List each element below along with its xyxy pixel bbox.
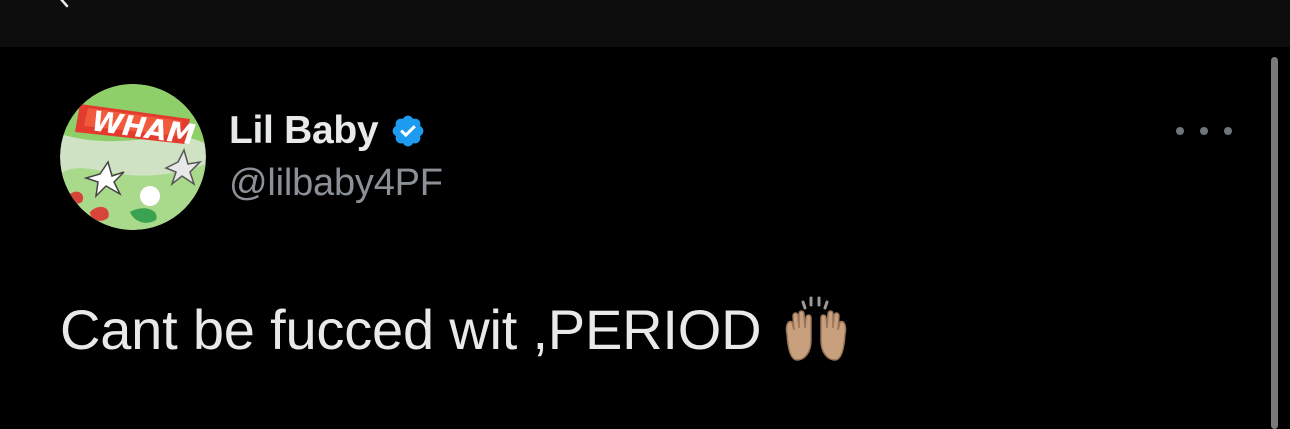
tweet: WHAM Lil Baby @lilbaby4PF Cant be fucced… (0, 47, 1290, 429)
avatar[interactable]: WHAM (60, 84, 206, 230)
author-display-name[interactable]: Lil Baby (229, 109, 379, 153)
more-horizontal-icon (1224, 127, 1232, 135)
tweet-body: Cant be fucced wit ,PERIOD (60, 294, 851, 364)
chevron-left-icon[interactable] (52, 0, 76, 10)
raised-hands-icon (786, 296, 847, 361)
verified-badge-icon (392, 115, 424, 147)
scrollbar[interactable] (1271, 57, 1278, 429)
author-name-row[interactable]: Lil Baby (229, 109, 426, 153)
more-horizontal-icon (1200, 127, 1208, 135)
author-handle[interactable]: @lilbaby4PF (229, 162, 443, 205)
tweet-text: Cant be fucced wit ,PERIOD (60, 297, 762, 361)
more-horizontal-icon (1176, 127, 1184, 135)
more-options-button[interactable] (1176, 117, 1232, 145)
top-navigation-bar (0, 0, 1290, 47)
